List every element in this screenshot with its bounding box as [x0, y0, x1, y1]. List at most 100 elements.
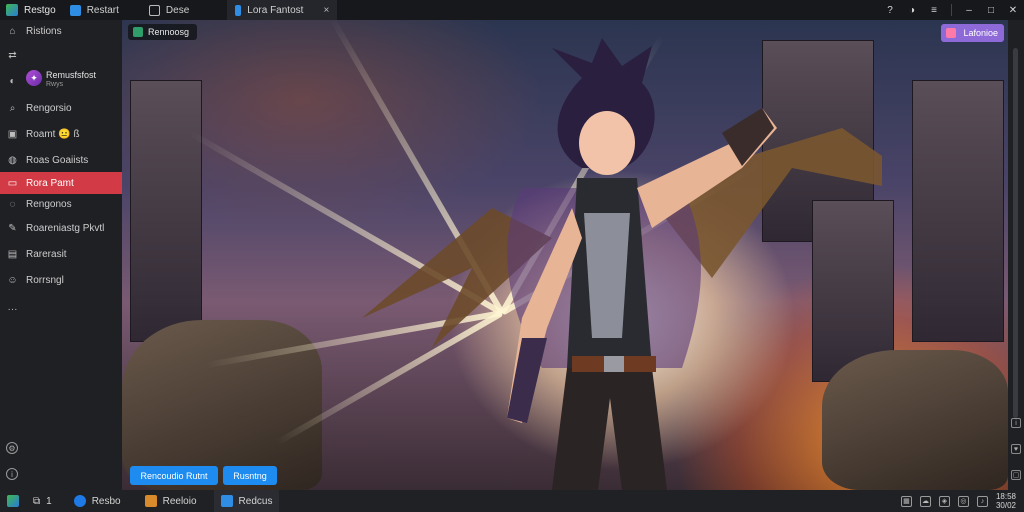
profile-icon: [69, 4, 81, 16]
sidebar-item-label: Rora Pamt: [26, 177, 74, 189]
shuffle-icon: ⇄: [8, 49, 17, 61]
menu-icon[interactable]: ≡: [923, 0, 945, 20]
taskbar-app-label: Resbo: [91, 495, 121, 507]
tab-profile-label: Restart: [86, 4, 119, 16]
app-name: Restgo: [24, 4, 56, 16]
task-view-button[interactable]: ⧉ 1: [26, 490, 59, 512]
sidebar-item-label: Roareniastg Pkvtl: [26, 222, 105, 234]
taskbar-app-label: Redcus: [238, 495, 273, 507]
volume-icon[interactable]: ♪: [976, 495, 988, 507]
network-icon[interactable]: ◎: [957, 495, 969, 507]
building-right: [912, 80, 1004, 342]
profile-sub: Rwys: [46, 81, 64, 88]
info-icon[interactable]: i: [6, 468, 18, 480]
tab-active-label: Lora Fantost: [247, 4, 304, 16]
app-icon: [220, 495, 233, 507]
secondary-action-button[interactable]: Rusntng: [223, 466, 277, 485]
theme-icon[interactable]: ◑: [901, 0, 923, 20]
calendar-icon: ▤: [7, 248, 18, 260]
clock-time: 18:58: [995, 492, 1016, 501]
tab-home[interactable]: Dese: [141, 0, 197, 20]
help-icon[interactable]: ?: [879, 0, 901, 20]
wallpaper-icon: [133, 27, 143, 37]
title-bar: Restgo Restart Dese Lora Fantost × ? ◑ ≡…: [0, 0, 1024, 20]
wallpaper-chip-label: Lafonioe: [963, 28, 998, 38]
window-icon: [148, 4, 160, 16]
sidebar-item-label: Rorrsngl: [26, 274, 64, 286]
home-icon: ⌂: [9, 25, 16, 37]
sidebar-item-label: Ristions: [26, 25, 62, 37]
clock[interactable]: 18:58 30/02: [996, 492, 1016, 510]
tab-active[interactable]: Lora Fantost ×: [227, 0, 338, 20]
sidebar-item-label: Rengorsio: [26, 102, 72, 114]
browser-icon: [73, 495, 86, 507]
app-title: Restgo: [0, 0, 62, 20]
maximize-button[interactable]: □: [980, 0, 1002, 20]
right-rail: i ♥ ▢: [1008, 20, 1024, 490]
taskbar-app-folder[interactable]: Reeloio: [138, 490, 204, 512]
sidebar-item-10[interactable]: ☺ Rorrsngl: [0, 269, 122, 291]
wallpaper-badge: Rennoosg: [128, 24, 198, 40]
avatar: ✦: [26, 70, 42, 86]
bag-icon: ▣: [7, 128, 18, 140]
sidebar-item-label: Roas Goaiists: [26, 154, 89, 166]
profile-text: Remusfsfost Rwys: [46, 70, 96, 89]
wallpaper-chip[interactable]: Lafonioe: [941, 24, 1004, 42]
tray-apps-icon[interactable]: ▦: [900, 495, 912, 507]
desktop-count: 1: [46, 495, 52, 507]
taskbar: ⧉ 1 Resbo Reeloio Redcus ▦ ☁ ◈ ◎ ♪ 18:58…: [0, 490, 1024, 512]
wallpaper-preview[interactable]: Rennoosg Lafonioe Rencoudio Rutnt Rusntn…: [122, 20, 1008, 490]
minimize-button[interactable]: –: [958, 0, 980, 20]
sidebar-item-1[interactable]: ⇄: [0, 44, 122, 66]
group-icon: ◍: [8, 154, 17, 166]
close-button[interactable]: ✕: [1002, 0, 1024, 20]
tab-profile[interactable]: Restart: [62, 0, 127, 20]
clock-date: 30/02: [995, 501, 1016, 510]
sidebar-item-more[interactable]: ···: [0, 298, 122, 320]
taskbar-app-label: Reeloio: [162, 495, 197, 507]
scrollbar-thumb[interactable]: [1013, 48, 1018, 418]
building-left: [130, 80, 202, 342]
sidebar-item-0[interactable]: ⌂ Ristions: [0, 20, 122, 42]
sidebar-item-3[interactable]: ⌕ Rengorsio: [0, 97, 122, 119]
system-tray: ▦ ☁ ◈ ◎ ♪ 18:58 30/02: [900, 492, 1024, 510]
image-icon: ▭: [7, 177, 18, 189]
tab-home-label: Dese: [165, 4, 190, 16]
sidebar-item-8[interactable]: ✎ Roareniastg Pkvtl: [0, 217, 122, 239]
task-view-icon: ⧉: [33, 495, 41, 507]
start-icon: [7, 495, 19, 507]
shield-icon[interactable]: ◈: [938, 495, 950, 507]
primary-action-button[interactable]: Rencoudio Rutnt: [130, 466, 218, 485]
settings-icon[interactable]: ⚙: [6, 442, 18, 454]
sidebar-item-6[interactable]: ▭ Rora Pamt: [0, 172, 122, 194]
sidebar: ⌂ Ristions ⇄ ◐ ✦ Remusfsfost Rwys ⌕ Reng…: [0, 20, 122, 490]
app-logo-icon: [6, 4, 18, 16]
divider: [951, 4, 952, 16]
cloud-icon[interactable]: ☁: [919, 495, 931, 507]
gift-icon: [946, 28, 957, 38]
more-icon: ···: [7, 303, 18, 315]
cloud-icon: ◌: [9, 198, 16, 210]
sidebar-item-5[interactable]: ◍ Roas Goaiists: [0, 149, 122, 171]
crop-icon[interactable]: ▢: [1011, 470, 1021, 480]
character-illustration: [362, 38, 882, 490]
tab-active-icon: [235, 4, 242, 16]
search-icon: ⌕: [9, 102, 16, 114]
wallpaper-badge-label: Rennoosg: [148, 27, 190, 37]
sidebar-item-7[interactable]: ◌ Rengonos: [0, 193, 122, 215]
sidebar-item-label: Roamt 😐 ß: [26, 128, 80, 140]
sidebar-item-label: Rengonos: [26, 198, 72, 210]
start-button[interactable]: [0, 490, 26, 512]
sidebar-item-9[interactable]: ▤ Rarerasit: [0, 243, 122, 265]
taskbar-app-active[interactable]: Redcus: [213, 490, 280, 512]
folder-icon: [144, 495, 157, 507]
sidebar-item-4[interactable]: ▣ Roamt 😐 ß: [0, 123, 122, 145]
profile-card[interactable]: ✦ Remusfsfost Rwys: [0, 66, 122, 92]
info-icon[interactable]: i: [1011, 418, 1021, 428]
window-controls: ? ◑ ≡ – □ ✕: [879, 0, 1024, 20]
smile-icon: ☺: [7, 274, 18, 286]
taskbar-app-browser[interactable]: Resbo: [67, 490, 128, 512]
tab-close-icon[interactable]: ×: [323, 5, 329, 16]
heart-icon[interactable]: ♥: [1011, 444, 1021, 454]
edit-icon: ✎: [8, 222, 17, 234]
